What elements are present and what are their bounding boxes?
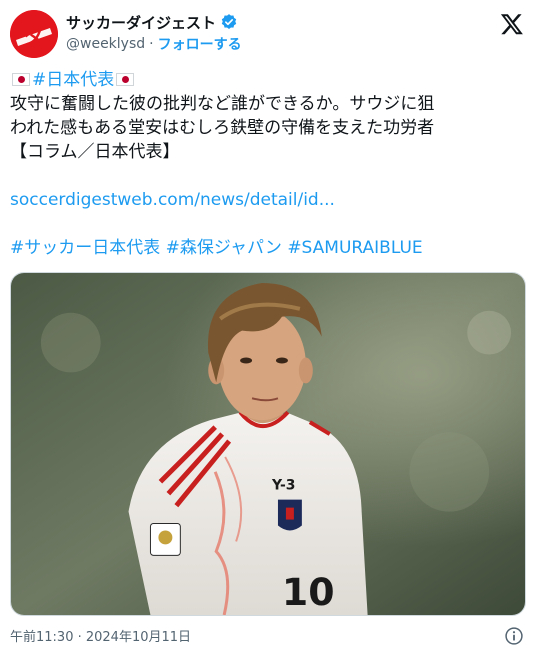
hashtag-soccer-nihon-daihyo[interactable]: #サッカー日本代表 (10, 238, 160, 258)
display-name[interactable]: サッカーダイジェスト (66, 12, 216, 33)
tweet-text-line: われた感もある堂安はむしろ鉄壁の守備を支えた功労者 (10, 118, 435, 138)
jersey-number: 10 (282, 570, 335, 614)
info-icon[interactable] (504, 626, 524, 646)
handle[interactable]: @weeklysd (66, 36, 145, 52)
link-line: soccerdigestweb.com/news/detail/id... (10, 188, 526, 212)
separator-dot: · (149, 36, 154, 52)
player-photo: Y-3 10 (11, 273, 525, 615)
x-logo-icon[interactable] (500, 12, 524, 36)
avatar[interactable]: ダ (10, 10, 58, 58)
tweet-card: ダ サッカーダイジェスト @weeklysd · フォローする #日本代表 攻守… (0, 0, 536, 652)
hashtags-line: #サッカー日本代表 #森保ジャパン #SAMURAIBLUE (10, 236, 526, 260)
avatar-text: ダ (24, 24, 44, 48)
hashtag-line: #日本代表 (10, 68, 526, 92)
hashtag-moriyasu-japan[interactable]: #森保ジャパン (166, 238, 282, 258)
tweet-photo[interactable]: Y-3 10 (10, 272, 526, 616)
hashtag-nihon-daihyo[interactable]: #日本代表 (32, 70, 114, 90)
author-block: サッカーダイジェスト @weeklysd · フォローする (66, 12, 242, 54)
verified-badge-icon (220, 13, 238, 31)
avatar-logo: ダ (10, 10, 58, 58)
japan-flag-icon (116, 73, 135, 86)
japan-flag-icon (12, 73, 30, 86)
article-link[interactable]: soccerdigestweb.com/news/detail/id... (10, 190, 335, 210)
timestamp[interactable]: 午前11:30 · 2024年10月11日 (10, 630, 191, 645)
hashtag-samuraiblue[interactable]: #SAMURAIBLUE (287, 238, 422, 258)
tweet-body: #日本代表 攻守に奮闘した彼の批判など誰ができるか。サウジに狙 われた感もある堂… (10, 68, 526, 260)
tweet-header: ダ サッカーダイジェスト @weeklysd · フォローする (10, 10, 526, 58)
follow-button[interactable]: フォローする (158, 34, 242, 54)
handle-row: @weeklysd · フォローする (66, 34, 242, 54)
name-row: サッカーダイジェスト (66, 12, 242, 32)
tweet-footer: 午前11:30 · 2024年10月11日 (10, 626, 526, 646)
jersey-brand: Y-3 (271, 478, 296, 494)
tweet-text-line: 攻守に奮闘した彼の批判など誰ができるか。サウジに狙 (10, 94, 435, 114)
tweet-text-line: 【コラム／日本代表】 (10, 142, 180, 162)
